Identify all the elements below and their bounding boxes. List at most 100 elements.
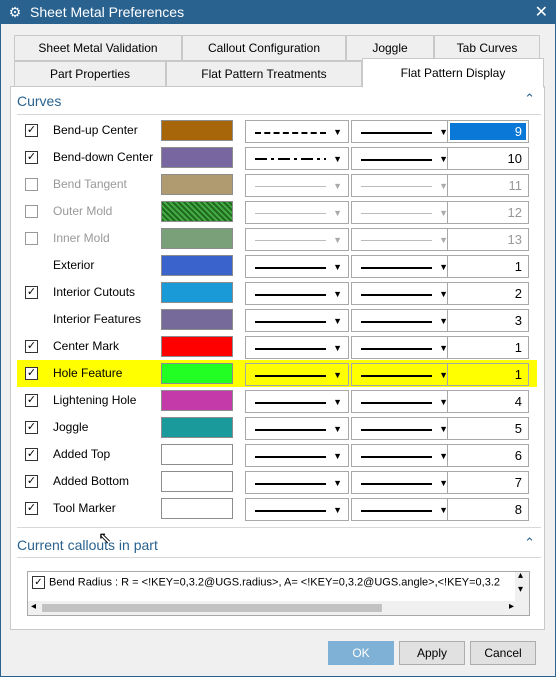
cancel-button[interactable]: Cancel bbox=[470, 641, 536, 665]
line-width-dropdown[interactable]: ▼ bbox=[351, 201, 455, 224]
tab-sheet-metal-validation[interactable]: Sheet Metal Validation bbox=[14, 35, 182, 61]
color-swatch[interactable] bbox=[161, 255, 233, 276]
tab-flat-pattern-display[interactable]: Flat Pattern Display bbox=[362, 58, 544, 88]
visibility-checkbox[interactable]: ✓ bbox=[25, 502, 38, 515]
layer-number-field[interactable]: 13 bbox=[447, 228, 529, 251]
line-width-dropdown[interactable]: ▼ bbox=[351, 309, 455, 332]
chevron-down-icon[interactable]: ▼ bbox=[333, 397, 342, 407]
line-width-dropdown[interactable]: ▼ bbox=[351, 390, 455, 413]
line-font-dropdown[interactable]: ▼ bbox=[245, 336, 349, 359]
chevron-down-icon[interactable]: ▼ bbox=[333, 181, 342, 191]
color-swatch[interactable] bbox=[161, 174, 233, 195]
color-swatch[interactable] bbox=[161, 336, 233, 357]
layer-number-field[interactable]: 3 bbox=[447, 309, 529, 332]
layer-number-field[interactable]: 12 bbox=[447, 201, 529, 224]
visibility-checkbox[interactable]: ✓ bbox=[25, 124, 38, 137]
visibility-checkbox[interactable]: ✓ bbox=[25, 151, 38, 164]
horizontal-scrollbar[interactable]: ◂ ▸ bbox=[28, 601, 517, 615]
list-item[interactable]: ✓ Bend Radius : R = <!KEY=0,3.2@UGS.radiu… bbox=[32, 576, 500, 592]
line-width-dropdown[interactable]: ▼ bbox=[351, 282, 455, 305]
chevron-down-icon[interactable]: ▼ bbox=[333, 127, 342, 137]
scroll-up-icon[interactable]: ▴ bbox=[518, 572, 523, 581]
line-font-dropdown[interactable]: ▼ bbox=[245, 417, 349, 440]
visibility-checkbox[interactable]: ✓ bbox=[25, 475, 38, 488]
color-swatch[interactable] bbox=[161, 147, 233, 168]
scroll-left-icon[interactable]: ◂ bbox=[31, 601, 36, 612]
line-font-dropdown[interactable]: ▼ bbox=[245, 498, 349, 521]
chevron-down-icon[interactable]: ▼ bbox=[333, 451, 342, 461]
tab-callout-configuration[interactable]: Callout Configuration bbox=[182, 35, 346, 61]
layer-number-field[interactable]: 2 bbox=[447, 282, 529, 305]
apply-button[interactable]: Apply bbox=[399, 641, 465, 665]
visibility-checkbox[interactable] bbox=[25, 205, 38, 218]
layer-number-field[interactable]: 10 bbox=[447, 147, 529, 170]
scroll-thumb[interactable] bbox=[42, 604, 382, 612]
line-width-dropdown[interactable]: ▼ bbox=[351, 228, 455, 251]
line-width-dropdown[interactable]: ▼ bbox=[351, 417, 455, 440]
chevron-up-icon[interactable]: ⌃ bbox=[524, 91, 535, 107]
callout-checkbox[interactable]: ✓ bbox=[32, 576, 45, 589]
color-swatch[interactable] bbox=[161, 282, 233, 303]
chevron-down-icon[interactable]: ▼ bbox=[333, 316, 342, 326]
chevron-down-icon[interactable]: ▼ bbox=[333, 208, 342, 218]
line-width-dropdown[interactable]: ▼ bbox=[351, 498, 455, 521]
line-font-dropdown[interactable]: ▼ bbox=[245, 147, 349, 170]
color-swatch[interactable] bbox=[161, 201, 233, 222]
line-font-dropdown[interactable]: ▼ bbox=[245, 120, 349, 143]
chevron-down-icon[interactable]: ▼ bbox=[333, 289, 342, 299]
layer-number-field[interactable]: 1 bbox=[447, 336, 529, 359]
callouts-section-header[interactable]: Current callouts in part ⌃ bbox=[17, 535, 539, 555]
chevron-down-icon[interactable]: ▼ bbox=[333, 505, 342, 515]
color-swatch[interactable] bbox=[161, 498, 233, 519]
layer-number-field[interactable]: 11 bbox=[447, 174, 529, 197]
chevron-up-icon[interactable]: ⌃ bbox=[524, 535, 535, 551]
line-font-dropdown[interactable]: ▼ bbox=[245, 201, 349, 224]
line-width-dropdown[interactable]: ▼ bbox=[351, 147, 455, 170]
tab-flat-pattern-treatments[interactable]: Flat Pattern Treatments bbox=[166, 61, 362, 87]
chevron-down-icon[interactable]: ▼ bbox=[333, 478, 342, 488]
line-width-dropdown[interactable]: ▼ bbox=[351, 363, 455, 386]
layer-number-field[interactable]: 6 bbox=[447, 444, 529, 467]
color-swatch[interactable] bbox=[161, 120, 233, 141]
chevron-down-icon[interactable]: ▼ bbox=[333, 343, 342, 353]
chevron-down-icon[interactable]: ▼ bbox=[333, 424, 342, 434]
chevron-down-icon[interactable]: ▼ bbox=[333, 154, 342, 164]
line-width-dropdown[interactable]: ▼ bbox=[351, 444, 455, 467]
tab-part-properties[interactable]: Part Properties bbox=[14, 61, 166, 87]
visibility-checkbox[interactable]: ✓ bbox=[25, 340, 38, 353]
line-font-dropdown[interactable]: ▼ bbox=[245, 174, 349, 197]
visibility-checkbox[interactable]: ✓ bbox=[25, 394, 38, 407]
chevron-down-icon[interactable]: ▼ bbox=[333, 235, 342, 245]
vertical-scrollbar[interactable]: ▴ ▾ bbox=[515, 572, 529, 615]
color-swatch[interactable] bbox=[161, 417, 233, 438]
scroll-right-icon[interactable]: ▸ bbox=[509, 601, 514, 612]
layer-number-field[interactable]: 5 bbox=[447, 417, 529, 440]
color-swatch[interactable] bbox=[161, 444, 233, 465]
close-icon[interactable]: ✕ bbox=[535, 2, 548, 22]
visibility-checkbox[interactable] bbox=[25, 232, 38, 245]
chevron-down-icon[interactable]: ▼ bbox=[333, 262, 342, 272]
visibility-checkbox[interactable]: ✓ bbox=[25, 448, 38, 461]
scroll-down-icon[interactable]: ▾ bbox=[518, 584, 523, 595]
line-font-dropdown[interactable]: ▼ bbox=[245, 228, 349, 251]
line-font-dropdown[interactable]: ▼ bbox=[245, 255, 349, 278]
color-swatch[interactable] bbox=[161, 228, 233, 249]
layer-number-field[interactable]: 7 bbox=[447, 471, 529, 494]
visibility-checkbox[interactable]: ✓ bbox=[25, 421, 38, 434]
line-width-dropdown[interactable]: ▼ bbox=[351, 471, 455, 494]
callouts-list[interactable]: ✓ Bend Radius : R = <!KEY=0,3.2@UGS.radiu… bbox=[27, 571, 530, 616]
layer-number-field[interactable]: 4 bbox=[447, 390, 529, 413]
color-swatch[interactable] bbox=[161, 363, 233, 384]
color-swatch[interactable] bbox=[161, 309, 233, 330]
line-width-dropdown[interactable]: ▼ bbox=[351, 255, 455, 278]
chevron-down-icon[interactable]: ▼ bbox=[333, 370, 342, 380]
line-font-dropdown[interactable]: ▼ bbox=[245, 363, 349, 386]
color-swatch[interactable] bbox=[161, 390, 233, 411]
line-font-dropdown[interactable]: ▼ bbox=[245, 390, 349, 413]
ok-button[interactable]: OK bbox=[328, 641, 394, 665]
line-width-dropdown[interactable]: ▼ bbox=[351, 120, 455, 143]
visibility-checkbox[interactable]: ✓ bbox=[25, 286, 38, 299]
visibility-checkbox[interactable]: ✓ bbox=[25, 367, 38, 380]
line-font-dropdown[interactable]: ▼ bbox=[245, 471, 349, 494]
layer-number-field[interactable]: 1 bbox=[447, 363, 529, 386]
